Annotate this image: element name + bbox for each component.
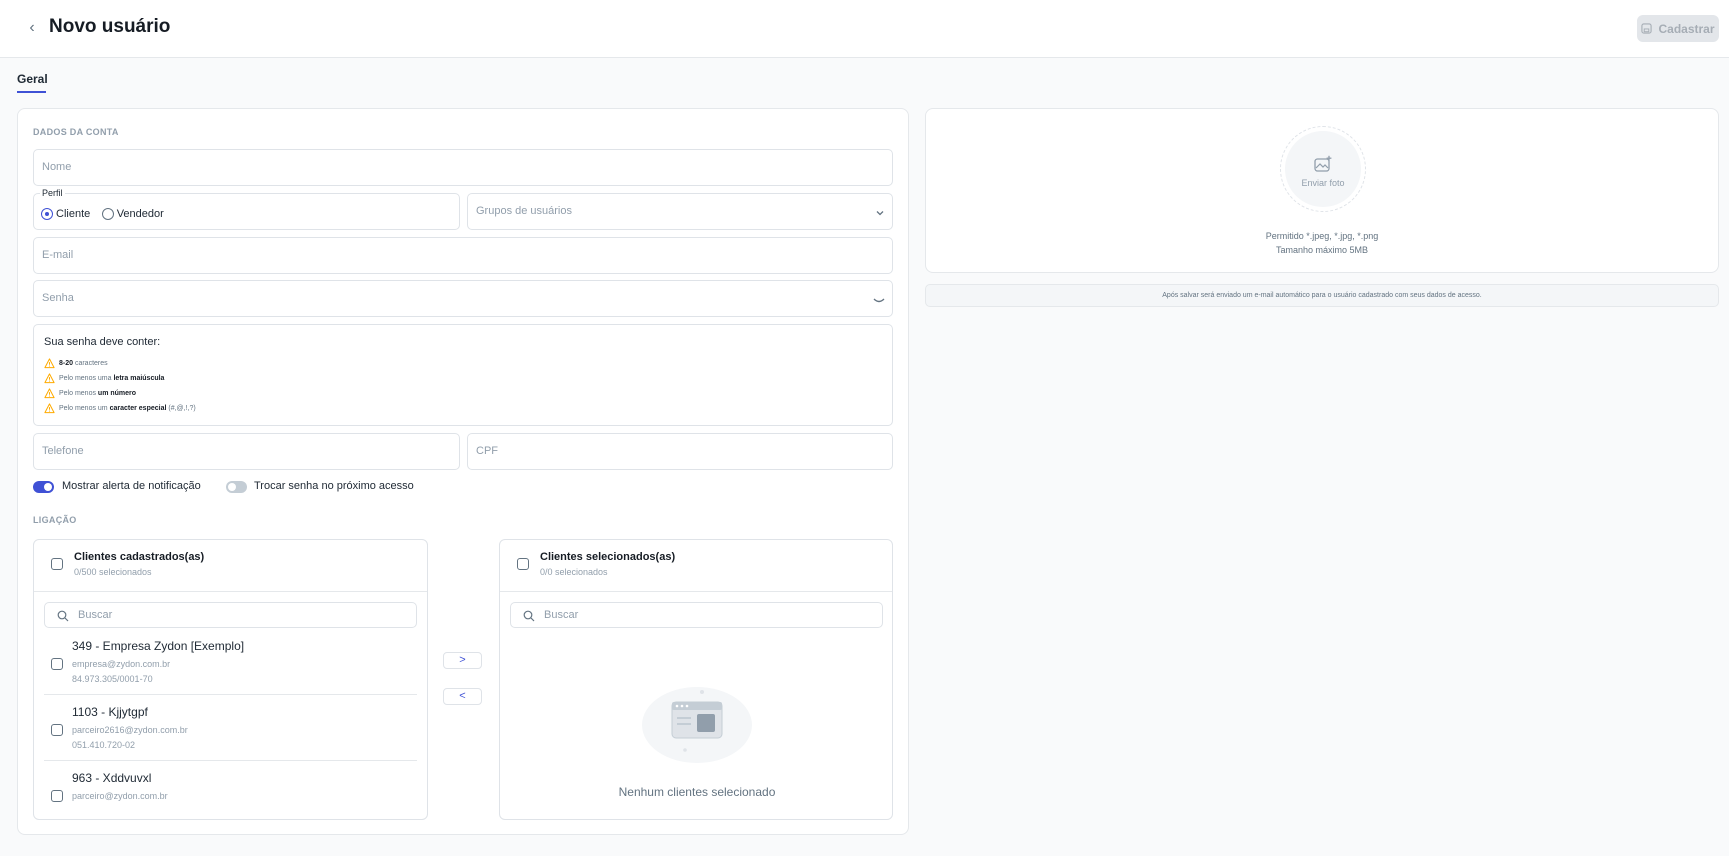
item-divider xyxy=(44,760,417,761)
registered-clients-title: Clientes cadastrados(as) xyxy=(74,551,205,563)
tab-geral[interactable]: Geral xyxy=(17,72,48,86)
warning-icon xyxy=(44,403,55,414)
move-left-button[interactable]: < xyxy=(443,688,482,705)
selected-clients-list: Clientes selecionados(as) 0/0 selecionad… xyxy=(499,539,893,820)
password-rule-length: 8-20 caracteres xyxy=(44,358,108,369)
cpf-field[interactable]: CPF xyxy=(467,433,893,470)
notification-alert-toggle[interactable] xyxy=(33,481,54,493)
move-right-button[interactable]: > xyxy=(443,652,482,669)
change-password-label: Trocar senha no próximo acesso xyxy=(254,480,414,492)
list-header-divider xyxy=(500,591,892,592)
chevron-down-icon xyxy=(876,211,884,216)
floppy-icon xyxy=(1641,23,1653,34)
tab-active-indicator xyxy=(17,91,46,93)
item-checkbox[interactable] xyxy=(51,790,63,802)
max-size-text: Tamanho máximo 5MB xyxy=(1275,245,1369,255)
radio-cliente[interactable] xyxy=(41,207,53,220)
save-button[interactable]: Cadastrar xyxy=(1637,15,1719,42)
change-password-toggle[interactable] xyxy=(226,481,247,493)
photo-upload-ring[interactable]: Enviar foto xyxy=(1280,126,1366,212)
item-divider xyxy=(44,694,417,695)
photo-upload-area[interactable]: Enviar foto xyxy=(1285,131,1361,207)
save-button-label: Cadastrar xyxy=(1658,21,1715,36)
section-title-link: LIGAÇÃO xyxy=(33,515,77,525)
password-placeholder: Senha xyxy=(42,292,74,304)
password-rules-title: Sua senha deve conter: xyxy=(44,336,161,348)
profile-label: Perfil xyxy=(40,188,65,198)
selected-search-input[interactable]: Buscar xyxy=(510,602,883,628)
info-note: Após salvar será enviado um e-mail autom… xyxy=(925,284,1719,307)
notification-alert-label: Mostrar alerta de notificação xyxy=(62,480,201,492)
selected-clients-count: 0/0 selecionados xyxy=(540,567,608,577)
photo-card: Enviar foto Permitido *.jpeg, *.jpg, *.p… xyxy=(925,108,1719,273)
page-title: Novo usuário xyxy=(49,16,171,37)
registered-search-input[interactable]: Buscar xyxy=(44,602,417,628)
email-field[interactable]: E-mail xyxy=(33,237,893,274)
empty-state-text: Nenhum clientes selecionado xyxy=(618,785,776,799)
add-photo-icon xyxy=(1314,155,1332,172)
email-placeholder: E-mail xyxy=(42,249,74,261)
page-header: ‹ Novo usuário Cadastrar xyxy=(0,0,1729,58)
password-field[interactable]: Senha xyxy=(33,280,893,317)
upload-photo-label: Enviar foto xyxy=(1301,178,1345,188)
search-icon xyxy=(57,610,69,622)
warning-icon xyxy=(44,358,55,369)
selected-clients-title: Clientes selecionados(as) xyxy=(540,551,676,563)
select-all-registered-checkbox[interactable] xyxy=(51,558,63,570)
password-rule-number: Pelo menos um número xyxy=(44,388,136,399)
name-field[interactable]: Nome xyxy=(33,149,893,186)
warning-icon xyxy=(44,388,55,399)
cpf-placeholder: CPF xyxy=(476,445,498,457)
list-header-divider xyxy=(34,591,427,592)
item-checkbox[interactable] xyxy=(51,658,63,670)
password-rule-special: Pelo menos um caracter especial (#,@,!,?… xyxy=(44,403,196,414)
profile-radio-group: Perfil Cliente Vendedor xyxy=(33,188,460,230)
user-groups-select[interactable]: Grupos de usuários xyxy=(467,193,893,230)
radio-cliente-label: Cliente xyxy=(56,207,91,220)
name-placeholder: Nome xyxy=(42,161,72,173)
registered-clients-list: Clientes cadastrados(as) 0/500 seleciona… xyxy=(33,539,428,820)
chevron-left-icon[interactable]: ‹ xyxy=(22,18,42,38)
search-icon xyxy=(523,610,535,622)
section-title-account: DADOS DA CONTA xyxy=(33,127,119,137)
account-card: DADOS DA CONTA Nome Perfil Cliente Vende… xyxy=(17,108,909,835)
radio-vendedor-label: Vendedor xyxy=(116,207,164,220)
phone-field[interactable]: Telefone xyxy=(33,433,460,470)
phone-placeholder: Telefone xyxy=(42,445,84,457)
radio-vendedor[interactable] xyxy=(101,207,114,220)
password-rule-uppercase: Pelo menos uma letra maiúscula xyxy=(44,373,164,384)
allowed-formats-text: Permitido *.jpeg, *.jpg, *.png xyxy=(1265,231,1379,241)
registered-clients-count: 0/500 selecionados xyxy=(74,567,152,577)
empty-state-illustration xyxy=(642,687,752,763)
password-requirements: Sua senha deve conter: 8-20 caracteres P… xyxy=(33,324,893,426)
warning-icon xyxy=(44,373,55,384)
select-all-selected-checkbox[interactable] xyxy=(517,558,529,570)
user-groups-placeholder: Grupos de usuários xyxy=(476,205,572,217)
item-checkbox[interactable] xyxy=(51,724,63,736)
eye-off-icon[interactable] xyxy=(873,295,885,305)
